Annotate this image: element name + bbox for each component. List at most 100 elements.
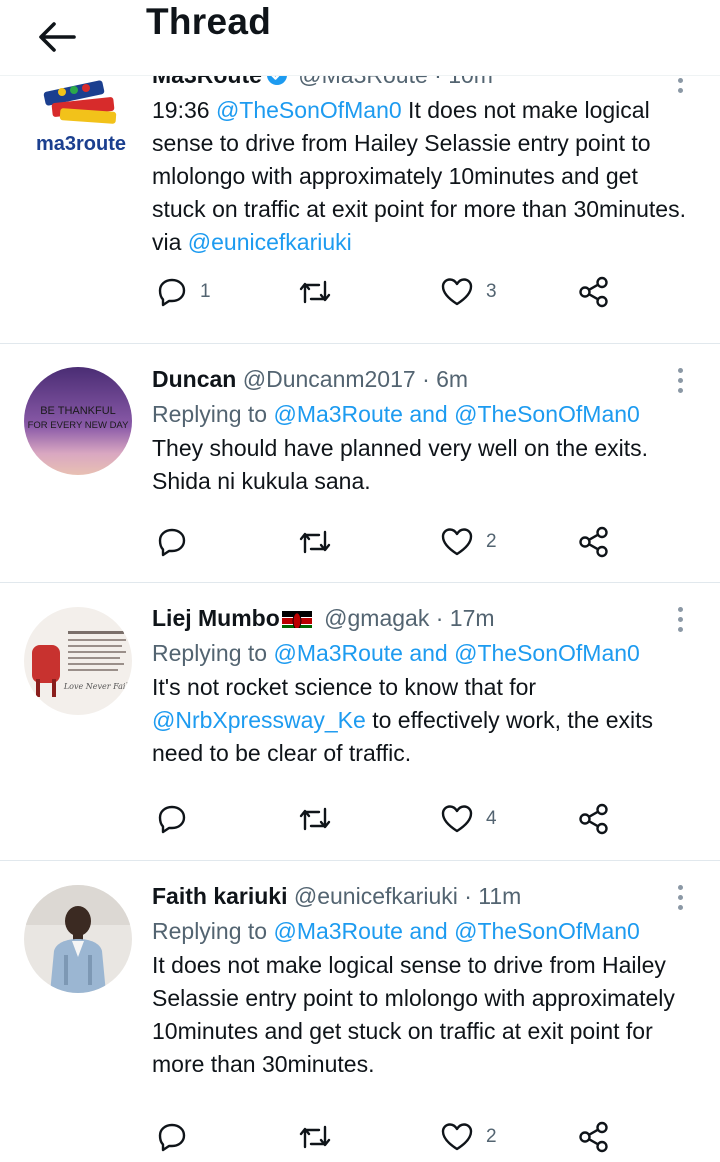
mention-link[interactable]: @TheSonOfMan0: [454, 918, 640, 944]
reply-button[interactable]: [156, 1117, 188, 1157]
tweet-time: · 17m: [435, 605, 495, 631]
replying-and: and: [402, 918, 455, 944]
heart-icon: [441, 278, 473, 306]
retweet-button[interactable]: [297, 522, 333, 562]
svg-text:BE THANKFUL: BE THANKFUL: [40, 405, 116, 417]
reply-count: 1: [200, 281, 211, 302]
retweet-button[interactable]: [297, 799, 333, 839]
reply-button[interactable]: [156, 799, 188, 839]
replying-to: Replying to @Ma3Route and @TheSonOfMan0: [152, 398, 696, 430]
like-button[interactable]: 3: [440, 272, 497, 312]
retweet-icon: [299, 530, 331, 554]
heart-icon: [441, 528, 473, 556]
mention-link[interactable]: @Ma3Route: [273, 918, 402, 944]
ma3route-logo-icon: ma3route: [36, 80, 126, 155]
thread-feed[interactable]: ma3route Ma3Route @Ma3Route · 10m 19:36 …: [0, 76, 720, 1162]
tweet-duncan[interactable]: BE THANKFUL FOR EVERY NEW DAY Duncan @Du…: [0, 344, 720, 583]
tweet-text-body: It's not rocket science to know that for: [152, 674, 537, 700]
avatar-image: [24, 885, 132, 993]
avatar-faith[interactable]: [24, 885, 132, 993]
reply-icon: [158, 528, 186, 557]
mention-link[interactable]: @eunicefkariuki: [188, 229, 352, 255]
svg-text:ma3route: ma3route: [36, 133, 126, 155]
mention-link[interactable]: @Ma3Route: [273, 640, 402, 666]
mention-link[interactable]: @TheSonOfMan0: [216, 97, 402, 123]
share-button[interactable]: [578, 272, 610, 312]
share-button[interactable]: [578, 1117, 610, 1157]
tweet-actions: 1 3: [152, 272, 632, 312]
tweet-header: Duncan @Duncanm2017 · 6m: [152, 364, 696, 394]
reply-icon: [158, 805, 186, 834]
tweet-text: They should have planned very well on th…: [152, 435, 649, 494]
reply-icon: [158, 278, 186, 307]
more-options-button[interactable]: [674, 76, 686, 100]
more-options-button[interactable]: [674, 364, 686, 400]
tweet-header: Liej Mumbo @gmagak · 17m: [152, 603, 696, 633]
svg-text:FOR EVERY NEW DAY: FOR EVERY NEW DAY: [28, 420, 129, 431]
mention-link[interactable]: @NrbXpressway_Ke: [152, 707, 366, 733]
replying-label: Replying to: [152, 918, 274, 944]
svg-text:Love Never Fails: Love Never Fails: [63, 682, 132, 691]
kenya-flag-icon: [281, 608, 312, 628]
avatar-image: Love Never Fails: [24, 607, 132, 715]
tweet-time: · 10m: [434, 76, 493, 88]
like-count: 4: [486, 808, 497, 829]
page-title: Thread: [146, 1, 272, 42]
like-button[interactable]: 2: [440, 522, 497, 562]
arrow-left-icon: [39, 22, 76, 52]
avatar-image: BE THANKFUL FOR EVERY NEW DAY: [24, 367, 132, 475]
reply-button[interactable]: [156, 522, 188, 562]
tweet-text: It's not rocket science to know that for…: [152, 671, 696, 770]
author-handle[interactable]: @Duncanm2017: [243, 366, 416, 392]
retweet-button[interactable]: [297, 1117, 333, 1157]
mention-link[interactable]: @TheSonOfMan0: [454, 401, 640, 427]
tweet-ma3route[interactable]: ma3route Ma3Route @Ma3Route · 10m 19:36 …: [0, 76, 720, 344]
like-button[interactable]: 4: [440, 799, 497, 839]
verified-badge-icon: [266, 76, 287, 85]
share-icon: [579, 526, 608, 558]
replying-to: Replying to @Ma3Route and @TheSonOfMan0: [152, 637, 696, 669]
author-name[interactable]: Faith kariuki: [152, 883, 287, 909]
share-icon: [579, 1121, 608, 1153]
retweet-icon: [299, 1125, 331, 1149]
retweet-icon: [299, 807, 331, 831]
author-name[interactable]: Duncan: [152, 366, 236, 392]
replying-and: and: [402, 640, 455, 666]
top-bar: Thread: [0, 0, 720, 76]
more-options-button[interactable]: [674, 603, 686, 639]
tweet-faith[interactable]: Faith kariuki @eunicefkariuki · 11m Repl…: [0, 861, 720, 1162]
heart-icon: [441, 805, 473, 833]
retweet-button[interactable]: [297, 272, 333, 312]
mention-link[interactable]: @Ma3Route: [273, 401, 402, 427]
author-handle[interactable]: @eunicefkariuki: [294, 883, 458, 909]
tweet-time: · 6m: [422, 366, 469, 392]
more-options-button[interactable]: [674, 881, 686, 917]
avatar-liej[interactable]: Love Never Fails: [24, 607, 132, 715]
replying-to: Replying to @Ma3Route and @TheSonOfMan0: [152, 915, 696, 947]
avatar-ma3route[interactable]: ma3route: [26, 78, 136, 164]
reply-icon: [158, 1123, 186, 1152]
tweet-header: Ma3Route @Ma3Route · 10m: [152, 76, 696, 90]
mention-link[interactable]: @TheSonOfMan0: [454, 640, 640, 666]
back-button[interactable]: [34, 14, 80, 60]
retweet-icon: [299, 280, 331, 304]
tweet-text: It does not make logical sense to drive …: [152, 952, 675, 1077]
share-button[interactable]: [578, 522, 610, 562]
reply-button[interactable]: 1: [156, 272, 211, 312]
tweet-liej[interactable]: Love Never Fails Liej Mumbo @gmagak · 17…: [0, 583, 720, 861]
like-button[interactable]: 2: [440, 1117, 497, 1157]
tweet-time: · 11m: [464, 883, 522, 909]
author-handle[interactable]: @gmagak: [324, 605, 429, 631]
like-count: 2: [486, 1126, 497, 1147]
like-count: 2: [486, 531, 497, 552]
share-button[interactable]: [578, 799, 610, 839]
avatar-duncan[interactable]: BE THANKFUL FOR EVERY NEW DAY: [24, 367, 132, 475]
tweet-actions: 2: [152, 1117, 632, 1157]
author-handle[interactable]: @Ma3Route: [298, 76, 427, 88]
author-name[interactable]: Liej Mumbo: [152, 605, 280, 631]
share-icon: [579, 276, 608, 308]
replying-label: Replying to: [152, 640, 274, 666]
author-name[interactable]: Ma3Route: [152, 76, 262, 88]
like-count: 3: [486, 281, 497, 302]
tweet-header: Faith kariuki @eunicefkariuki · 11m: [152, 881, 696, 911]
